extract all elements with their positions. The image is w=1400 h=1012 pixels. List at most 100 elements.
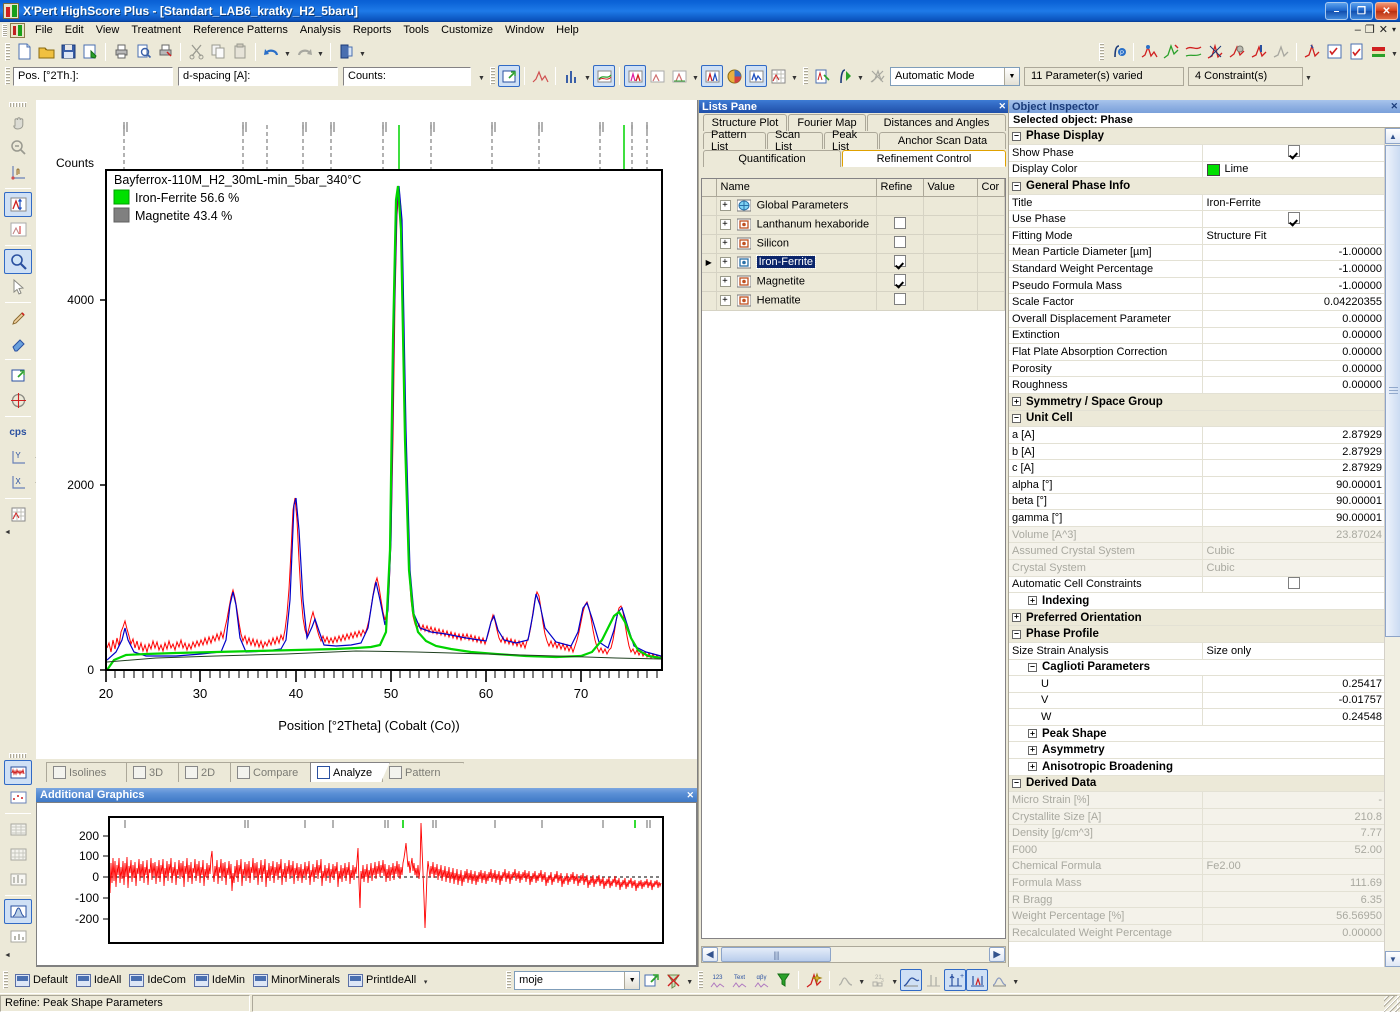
print-setup-icon[interactable] bbox=[154, 41, 176, 63]
smooth-icon[interactable] bbox=[1226, 41, 1248, 63]
view-tab-pattern[interactable]: Pattern bbox=[382, 762, 464, 782]
inspector-row-size-strain-analysis[interactable]: Size Strain Analysis Size only bbox=[1009, 642, 1385, 660]
inspector-subgroup-anisotropic-broadening[interactable]: + Anisotropic Broadening bbox=[1009, 758, 1385, 776]
difference-view-icon[interactable] bbox=[4, 760, 32, 785]
inspector-row-u[interactable]: U 0.25417 bbox=[1009, 675, 1385, 693]
expand-icon[interactable]: + bbox=[1028, 745, 1037, 755]
table-row[interactable]: + Hematite bbox=[702, 291, 1005, 311]
menu-tools[interactable]: Tools bbox=[397, 23, 435, 37]
menu-analysis[interactable]: Analysis bbox=[294, 23, 347, 37]
collapse-icon[interactable]: − bbox=[1028, 662, 1037, 672]
undo-dropdown-arrow[interactable]: ▼ bbox=[282, 41, 293, 63]
inspector-row-extinction[interactable]: Extinction 0.00000 bbox=[1009, 327, 1385, 345]
expand-icon[interactable]: + bbox=[1028, 596, 1037, 606]
move-axis-icon[interactable] bbox=[4, 160, 32, 185]
inspector-group-preferred-orientation[interactable]: + Preferred Orientation bbox=[1009, 609, 1385, 627]
new-document-icon[interactable] bbox=[13, 41, 35, 63]
peak-region-icon[interactable] bbox=[966, 969, 989, 991]
window-minimize-button[interactable]: – bbox=[1325, 2, 1348, 20]
scroll-left-button[interactable]: ◀ bbox=[702, 947, 718, 962]
pencil-icon[interactable] bbox=[4, 306, 32, 331]
inspector-group-phase-display[interactable]: − Phase Display bbox=[1009, 128, 1385, 146]
refinement-mode-combo[interactable]: Automatic Mode ▼ bbox=[890, 66, 1020, 86]
expand-icon[interactable]: + bbox=[1012, 612, 1021, 622]
inspector-subgroup-asymmetry[interactable]: + Asymmetry bbox=[1009, 741, 1385, 760]
display-toolbar-grip[interactable] bbox=[698, 971, 704, 989]
row-value[interactable] bbox=[1202, 144, 1385, 162]
inspector-row-overall-displacement-parameter[interactable]: Overall Displacement Parameter 0.00000 bbox=[1009, 310, 1385, 328]
tab-peak-list[interactable]: Peak List bbox=[824, 129, 878, 153]
row-value[interactable]: 0.00000 bbox=[1202, 310, 1385, 328]
inspector-row-automatic-cell-constraints[interactable]: Automatic Cell Constraints bbox=[1009, 576, 1385, 594]
bar-chart-dropdown-arrow[interactable]: ▼ bbox=[582, 65, 593, 87]
row-name-cell[interactable]: + Magnetite bbox=[716, 272, 877, 292]
sidebar-collapse-arrow[interactable]: ◄ bbox=[4, 527, 32, 537]
row-name-cell[interactable]: + Global Parameters bbox=[716, 196, 877, 216]
row-refine-cell[interactable] bbox=[876, 253, 924, 273]
inspector-row-c[interactable]: c [A] 2.87929 bbox=[1009, 459, 1385, 477]
add-peak-icon[interactable]: + bbox=[944, 969, 967, 991]
fit-profile-icon[interactable] bbox=[1138, 41, 1160, 63]
open-document-icon[interactable] bbox=[35, 41, 57, 63]
profile-combo[interactable]: moje ▼ bbox=[514, 970, 641, 990]
exit-dropdown-arrow[interactable]: ▼ bbox=[357, 41, 368, 63]
tab-pattern-list[interactable]: Pattern List bbox=[703, 129, 766, 153]
integrate-dropdown-arrow[interactable]: ▼ bbox=[855, 65, 866, 87]
menu-reports[interactable]: Reports bbox=[347, 23, 398, 37]
row-value[interactable]: -1.00000 bbox=[1202, 244, 1385, 262]
show-values-123-icon[interactable]: 123 bbox=[706, 969, 728, 991]
scan-curve-icon[interactable] bbox=[529, 65, 551, 87]
inspector-subgroup-peak-shape[interactable]: + Peak Shape bbox=[1009, 725, 1385, 743]
difference-plot-icon[interactable] bbox=[745, 65, 767, 87]
refine-checkbox[interactable] bbox=[893, 274, 906, 286]
view-tab-2d[interactable]: 2D bbox=[178, 762, 238, 782]
row-value[interactable]: 0.25417 bbox=[1202, 675, 1385, 693]
inspector-group-symmetry-space-group[interactable]: + Symmetry / Space Group bbox=[1009, 393, 1385, 411]
inspector-group-derived-data[interactable]: − Derived Data bbox=[1009, 775, 1385, 793]
inspector-row-mean-particle-diameter[interactable]: Mean Particle Diameter [µm] -1.00000 bbox=[1009, 244, 1385, 262]
column-header-cor[interactable]: Cor bbox=[977, 179, 1005, 197]
mdi-restore-button[interactable]: ❐ bbox=[1365, 23, 1375, 36]
button-default[interactable]: Default bbox=[11, 973, 72, 988]
collapse-icon[interactable]: − bbox=[1012, 131, 1021, 141]
menu-edit[interactable]: Edit bbox=[59, 23, 90, 37]
background-icon[interactable] bbox=[1182, 41, 1204, 63]
row-value[interactable]: 2.87929 bbox=[1202, 459, 1385, 477]
reference-patterns-icon[interactable] bbox=[668, 65, 690, 87]
pan-hand-icon[interactable] bbox=[4, 110, 32, 135]
inspector-row-scale-factor[interactable]: Scale Factor 0.04220355 bbox=[1009, 293, 1385, 312]
button-printideall[interactable]: PrintIdeAll bbox=[344, 973, 420, 988]
insert-graphic-icon[interactable] bbox=[4, 363, 32, 388]
inspector-group-unit-cell[interactable]: − Unit Cell bbox=[1009, 410, 1385, 428]
view-tab-compare[interactable]: Compare bbox=[230, 762, 318, 782]
row-value[interactable]: 0.00000 bbox=[1202, 360, 1385, 378]
row-refine-cell[interactable] bbox=[876, 196, 924, 216]
window-close-button[interactable]: ✕ bbox=[1375, 2, 1398, 20]
inspector-scroll-thumb[interactable] bbox=[1385, 145, 1400, 637]
automatic-cell-constraints-checkbox[interactable] bbox=[1287, 576, 1300, 589]
collapse-icon[interactable]: − bbox=[1012, 413, 1021, 423]
mdi-minimize-button[interactable]: – bbox=[1355, 24, 1361, 36]
button-idecom[interactable]: IdeCom bbox=[125, 973, 190, 988]
pie-chart-icon[interactable] bbox=[723, 65, 745, 87]
lists-pane-horizontal-scrollbar[interactable]: ◀ |||| ▶ bbox=[701, 946, 1006, 963]
table-row[interactable]: + Global Parameters bbox=[702, 196, 1005, 216]
difference-plot-container[interactable]: 200 100 0 -100 -200 bbox=[36, 802, 697, 966]
layers-icon[interactable] bbox=[1367, 41, 1389, 63]
row-value[interactable]: 90.00001 bbox=[1202, 493, 1385, 511]
profile-overflow-arrow[interactable]: ▼ bbox=[684, 969, 695, 991]
expand-plus-icon[interactable]: + bbox=[719, 257, 731, 268]
table-row[interactable]: ▶ + Iron-Ferrite bbox=[702, 253, 1005, 273]
row-value[interactable]: -1.00000 bbox=[1202, 277, 1385, 295]
column-view-icon[interactable] bbox=[4, 867, 32, 892]
integrate-run-icon[interactable] bbox=[833, 65, 855, 87]
undo-icon[interactable] bbox=[260, 41, 282, 63]
row-name-cell[interactable]: + Hematite bbox=[716, 291, 877, 311]
collapse-icon[interactable]: − bbox=[1012, 181, 1021, 191]
row-name-cell[interactable]: + Silicon bbox=[716, 234, 877, 254]
expand-icon[interactable]: + bbox=[1028, 729, 1037, 739]
row-name-cell[interactable]: + Iron-Ferrite bbox=[716, 253, 877, 273]
report-icon[interactable] bbox=[1345, 41, 1367, 63]
table-view-icon[interactable] bbox=[4, 817, 32, 842]
menubar-grip[interactable] bbox=[2, 23, 7, 37]
